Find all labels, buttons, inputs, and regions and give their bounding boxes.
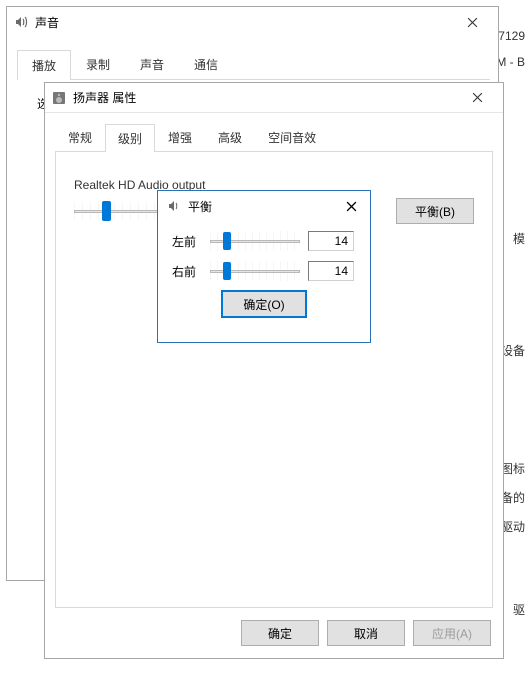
prop-apply-button[interactable]: 应用(A)	[413, 620, 491, 646]
balance-dialog: 平衡 左前 14 右前 14 确定(O)	[157, 190, 371, 343]
balance-title: 平衡	[188, 198, 338, 215]
bg-text-8: 驱	[513, 601, 525, 618]
sound-titlebar[interactable]: 声音	[7, 7, 498, 37]
prop-title: 扬声器 属性	[73, 89, 457, 106]
tab-advanced[interactable]: 高级	[205, 123, 255, 151]
sound-close-button[interactable]	[452, 10, 492, 34]
prop-titlebar[interactable]: 扬声器 属性	[45, 83, 503, 113]
balance-button[interactable]: 平衡(B)	[396, 198, 474, 224]
tab-enhancements[interactable]: 增强	[155, 123, 205, 151]
tab-sounds[interactable]: 声音	[125, 49, 179, 79]
balance-row-left: 左前 14	[172, 231, 356, 251]
balance-right-slider[interactable]	[210, 261, 300, 281]
tab-general[interactable]: 常规	[55, 123, 105, 151]
sound-title: 声音	[35, 14, 452, 31]
balance-row-right: 右前 14	[172, 261, 356, 281]
bg-text-5: 图标	[501, 460, 525, 477]
balance-right-label: 右前	[172, 263, 202, 280]
bg-text-3: 模	[513, 230, 525, 247]
output-volume-thumb[interactable]	[102, 201, 111, 221]
balance-left-slider[interactable]	[210, 231, 300, 251]
prop-button-row: 确定 取消 应用(A)	[241, 620, 491, 646]
speaker-prop-icon	[51, 90, 67, 106]
balance-icon	[166, 198, 182, 214]
speaker-icon	[13, 14, 29, 30]
tab-communications[interactable]: 通信	[179, 49, 233, 79]
prop-cancel-button[interactable]: 取消	[327, 620, 405, 646]
speaker-properties-window: 扬声器 属性 常规 级别 增强 高级 空间音效 Realtek HD Audio…	[44, 82, 504, 659]
balance-left-thumb[interactable]	[223, 232, 231, 250]
tab-playback[interactable]: 播放	[17, 50, 71, 80]
prop-ok-button[interactable]: 确定	[241, 620, 319, 646]
balance-left-value[interactable]: 14	[308, 231, 354, 251]
sound-tabs: 播放 录制 声音 通信	[17, 49, 490, 80]
prop-close-button[interactable]	[457, 86, 497, 110]
balance-right-thumb[interactable]	[223, 262, 231, 280]
prop-tabs: 常规 级别 增强 高级 空间音效	[55, 123, 493, 152]
balance-titlebar[interactable]: 平衡	[158, 191, 370, 221]
bg-text-7: 驱动	[501, 518, 525, 535]
balance-close-button[interactable]	[338, 194, 364, 218]
balance-left-label: 左前	[172, 233, 202, 250]
balance-right-value[interactable]: 14	[308, 261, 354, 281]
balance-ok-button[interactable]: 确定(O)	[222, 291, 306, 317]
tab-spatial[interactable]: 空间音效	[255, 123, 329, 151]
tab-levels[interactable]: 级别	[105, 124, 155, 152]
tab-recording[interactable]: 录制	[71, 49, 125, 79]
bg-text-4: 设备	[501, 342, 525, 359]
